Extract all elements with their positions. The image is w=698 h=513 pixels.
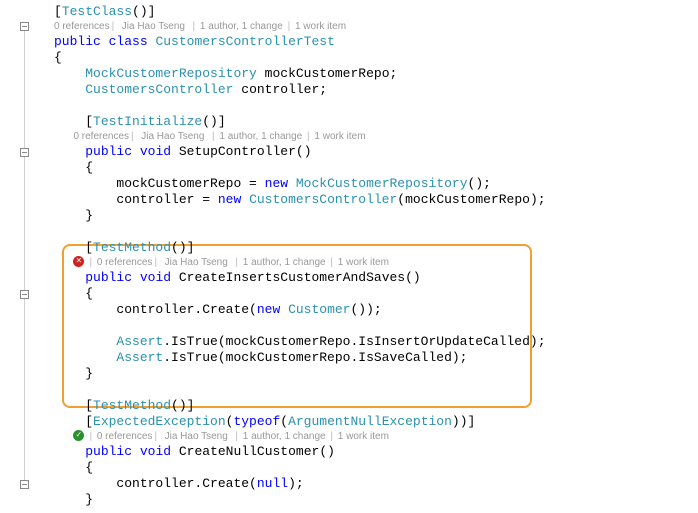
statement: controller.Create(new Customer());: [34, 302, 698, 318]
brace: {: [34, 50, 698, 66]
blank-line: [34, 98, 698, 114]
statement: controller.Create(null);: [34, 476, 698, 492]
class-decl: public class CustomersControllerTest: [34, 34, 698, 50]
attribute-line: [ExpectedException(typeof(ArgumentNullEx…: [34, 414, 698, 430]
field-decl: MockCustomerRepository mockCustomerRepo;: [34, 66, 698, 82]
brace: }: [34, 208, 698, 224]
fold-toggle[interactable]: [20, 290, 29, 299]
codelens[interactable]: | 0 references| Jia Hao Tseng | 1 author…: [34, 430, 698, 444]
method-decl: public void CreateInsertsCustomerAndSave…: [34, 270, 698, 286]
codelens[interactable]: 0 references| Jia Hao Tseng | 1 author, …: [34, 130, 698, 144]
attribute-line: [TestClass()]: [34, 4, 698, 20]
field-decl: CustomersController controller;: [34, 82, 698, 98]
gutter: [0, 0, 34, 513]
test-pass-icon[interactable]: [73, 430, 84, 441]
codelens[interactable]: 0 references| Jia Hao Tseng | 1 author, …: [34, 20, 698, 34]
attribute-line: [TestMethod()]: [34, 240, 698, 256]
attribute-line: [TestInitialize()]: [34, 114, 698, 130]
code-editor[interactable]: [TestClass()] 0 references| Jia Hao Tsen…: [34, 0, 698, 513]
attribute-line: [TestMethod()]: [34, 398, 698, 414]
brace: }: [34, 366, 698, 382]
method-decl: public void SetupController(): [34, 144, 698, 160]
statement: Assert.IsTrue(mockCustomerRepo.IsInsertO…: [34, 334, 698, 350]
brace: {: [34, 160, 698, 176]
codelens[interactable]: | 0 references| Jia Hao Tseng | 1 author…: [34, 256, 698, 270]
statement: controller = new CustomersController(moc…: [34, 192, 698, 208]
fold-toggle[interactable]: [20, 22, 29, 31]
statement: mockCustomerRepo = new MockCustomerRepos…: [34, 176, 698, 192]
blank-line: [34, 224, 698, 240]
fold-toggle[interactable]: [20, 148, 29, 157]
fold-toggle[interactable]: [20, 480, 29, 489]
brace: {: [34, 460, 698, 476]
blank-line: [34, 318, 698, 334]
brace: }: [34, 492, 698, 508]
statement: Assert.IsTrue(mockCustomerRepo.IsSaveCal…: [34, 350, 698, 366]
blank-line: [34, 382, 698, 398]
method-decl: public void CreateNullCustomer(): [34, 444, 698, 460]
test-fail-icon[interactable]: [73, 256, 84, 267]
brace: {: [34, 286, 698, 302]
